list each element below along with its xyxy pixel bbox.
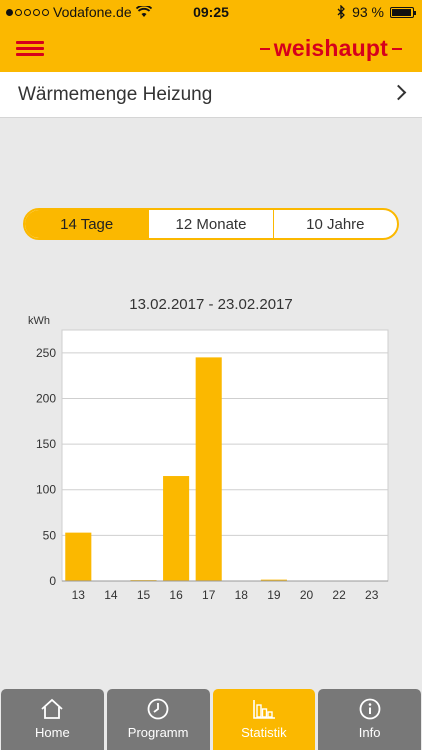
- weishaupt-logo: weishaupt: [256, 35, 406, 62]
- info-icon: [359, 698, 381, 720]
- y-tick-label: 0: [49, 574, 56, 588]
- bar-chart: 0 50 100 150 200 250 kWh 13 14 15 16 17 18 19 20 22 23: [28, 315, 389, 602]
- tab-home-label: Home: [35, 725, 70, 740]
- x-tick-label: 22: [332, 588, 346, 602]
- x-tick-label: 19: [267, 588, 281, 602]
- y-tick-label: 50: [43, 528, 57, 542]
- tab-bar: Home Programm Statistik Info: [0, 689, 422, 750]
- y-tick-label: 200: [36, 391, 56, 405]
- period-segmented-control: 14 Tage 12 Monate 10 Jahre: [23, 208, 399, 240]
- page-title: Wärmemenge Heizung: [18, 83, 213, 105]
- y-tick-label: 150: [36, 437, 56, 451]
- plot-area: [61, 329, 389, 582]
- home-icon: [41, 698, 63, 719]
- segment-12-months[interactable]: 12 Monate: [148, 210, 272, 238]
- y-tick-label: 100: [36, 483, 56, 497]
- status-bar: Vodafone.de 09:25 93 %: [0, 0, 422, 24]
- bar-chart-icon: [253, 700, 275, 719]
- y-tick-label: 250: [36, 346, 56, 360]
- hamburger-icon[interactable]: [16, 41, 44, 57]
- nav-bar: weishaupt: [0, 24, 422, 72]
- x-tick-label: 18: [235, 588, 249, 602]
- tab-programm-label: Programm: [127, 725, 189, 740]
- x-tick-label: 16: [169, 588, 183, 602]
- x-tick-label: 14: [104, 588, 118, 602]
- y-axis-label: kWh: [28, 315, 50, 327]
- x-tick-label: 15: [137, 588, 151, 602]
- segment-10-years[interactable]: 10 Jahre: [272, 210, 397, 238]
- status-right: 93 %: [337, 4, 416, 20]
- x-tick-label: 13: [72, 588, 86, 602]
- tab-info[interactable]: Info: [318, 689, 421, 750]
- segment-14-days[interactable]: 14 Tage: [25, 210, 149, 238]
- tab-home[interactable]: Home: [1, 689, 104, 750]
- tab-info-label: Info: [358, 725, 381, 740]
- tab-statistik[interactable]: Statistik: [212, 689, 316, 750]
- bar: [65, 532, 92, 581]
- battery-icon: [390, 6, 416, 18]
- logo-text: weishaupt: [273, 35, 388, 61]
- clock-icon: [147, 698, 169, 720]
- chevron-right-icon: [390, 84, 407, 101]
- bar: [163, 476, 190, 581]
- bluetooth-icon: [337, 5, 345, 19]
- page-title-row[interactable]: Wärmemenge Heizung: [0, 72, 422, 118]
- tab-programm[interactable]: Programm: [106, 689, 210, 750]
- tab-statistik-label: Statistik: [241, 725, 287, 740]
- x-tick-label: 23: [365, 588, 379, 602]
- battery-percent: 93 %: [352, 4, 384, 20]
- bar: [195, 357, 222, 581]
- x-tick-label: 20: [300, 588, 314, 602]
- x-tick-label: 17: [202, 588, 216, 602]
